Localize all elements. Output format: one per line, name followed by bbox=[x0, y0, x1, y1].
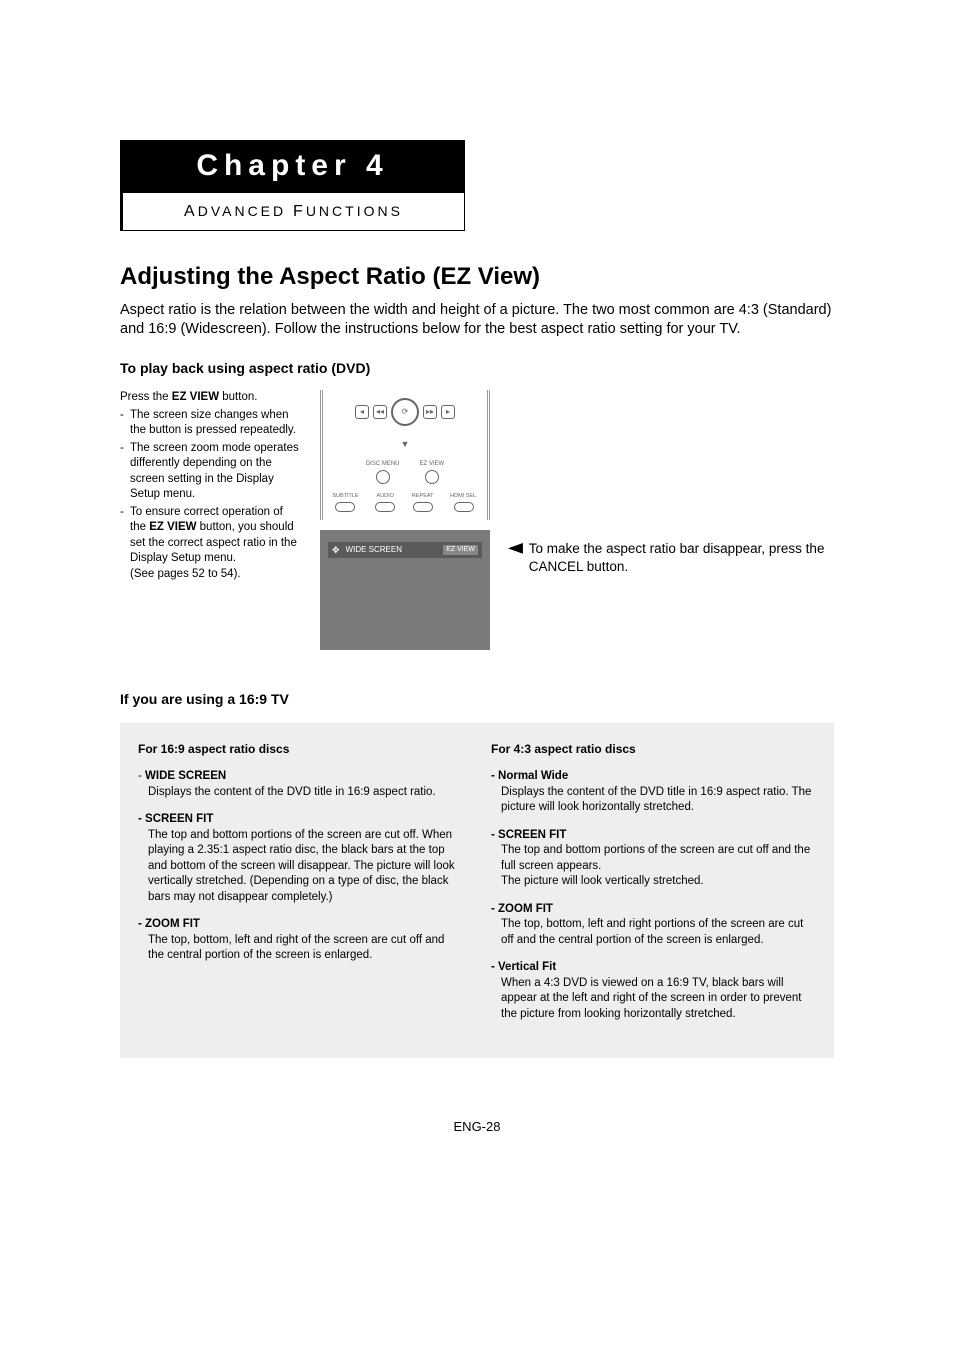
mode-item: - SCREEN FIT The top and bottom portions… bbox=[491, 828, 816, 890]
mode-desc: When a 4:3 DVD is viewed on a 16:9 TV, b… bbox=[491, 976, 816, 1023]
mode-item: - Vertical Fit When a 4:3 DVD is viewed … bbox=[491, 960, 816, 1022]
chapter-subtitle-part: DVANCED bbox=[198, 203, 293, 219]
press-line-b: EZ VIEW bbox=[172, 391, 219, 403]
osd-bar: ✥ WIDE SCREEN EZ VIEW bbox=[328, 542, 482, 558]
remote-fwd-icon: ▸▸ bbox=[423, 405, 437, 419]
mode-dash: - bbox=[138, 770, 145, 782]
page-title: Adjusting the Aspect Ratio (EZ View) bbox=[120, 261, 834, 293]
remote-label-hdmi: HDMI SEL. bbox=[450, 493, 478, 500]
mode-desc: The top and bottom portions of the scree… bbox=[138, 828, 463, 906]
mode-desc: Displays the content of the DVD title in… bbox=[491, 785, 816, 816]
remote-control-illustration: ◂ ◂◂ ⟳ ▸▸ ▸ ▼ DISC MENU EZ VIEW SUBTITLE… bbox=[320, 390, 490, 520]
mode-name-widescreen: WIDE SCREEN bbox=[145, 770, 226, 782]
mode-item: - ZOOM FIT The top, bottom, left and rig… bbox=[138, 917, 463, 964]
remote-label-ezview: EZ VIEW bbox=[420, 460, 445, 468]
col-heading-4-3: For 4:3 aspect ratio discs bbox=[491, 741, 816, 757]
section-heading-playback: To play back using aspect ratio (DVD) bbox=[120, 359, 834, 378]
mode-name-verticalfit: - Vertical Fit bbox=[491, 960, 816, 976]
chapter-subtitle-part: F bbox=[293, 203, 306, 220]
chapter-subtitle-part: A bbox=[184, 203, 198, 220]
remote-label-subtitle: SUBTITLE bbox=[332, 493, 358, 500]
mode-name-screenfit: - SCREEN FIT bbox=[138, 812, 463, 828]
remote-discmenu-button-icon bbox=[376, 470, 390, 484]
instruction-text: Press the EZ VIEW button. The screen siz… bbox=[120, 390, 300, 650]
section-heading-16-9: If you are using a 16:9 TV bbox=[120, 690, 834, 709]
press-line-a: Press the bbox=[120, 391, 172, 403]
mode-desc: The top and bottom portions of the scree… bbox=[491, 843, 816, 874]
bullet3-b: EZ VIEW bbox=[149, 521, 196, 533]
remote-next-icon: ▸ bbox=[441, 405, 455, 419]
remote-prev-icon: ◂ bbox=[355, 405, 369, 419]
remote-subtitle-button-icon bbox=[335, 502, 355, 512]
osd-move-icon: ✥ bbox=[332, 544, 340, 556]
chapter-number: Chapter 4 bbox=[120, 140, 465, 193]
chapter-subtitle: ADVANCED FUNCTIONS bbox=[120, 193, 465, 232]
remote-audio-button-icon bbox=[375, 502, 395, 512]
mode-item: - SCREEN FIT The top and bottom portions… bbox=[138, 812, 463, 905]
osd-mode-label: WIDE SCREEN bbox=[346, 545, 402, 556]
mode-name-normalwide: - Normal Wide bbox=[491, 769, 816, 785]
tv-screen-illustration: ✥ WIDE SCREEN EZ VIEW bbox=[320, 530, 490, 650]
instruction-row: Press the EZ VIEW button. The screen siz… bbox=[120, 390, 834, 650]
remote-ezview-button-icon bbox=[425, 470, 439, 484]
mode-name-screenfit: - SCREEN FIT bbox=[491, 828, 816, 844]
mode-item: - ZOOM FIT The top, bottom, left and rig… bbox=[491, 902, 816, 949]
panel-col-16-9: For 16:9 aspect ratio discs - WIDE SCREE… bbox=[138, 741, 463, 1034]
illustration-column: ◂ ◂◂ ⟳ ▸▸ ▸ ▼ DISC MENU EZ VIEW SUBTITLE… bbox=[320, 390, 490, 650]
press-line-c: button. bbox=[219, 391, 257, 403]
chapter-subtitle-part: UNCTIONS bbox=[306, 203, 403, 219]
col-heading-16-9: For 16:9 aspect ratio discs bbox=[138, 741, 463, 757]
remote-center-icon: ⟳ bbox=[391, 398, 419, 426]
mode-desc: The picture will look vertically stretch… bbox=[491, 874, 816, 890]
mode-item: - WIDE SCREEN Displays the content of th… bbox=[138, 769, 463, 800]
remote-rew-icon: ◂◂ bbox=[373, 405, 387, 419]
mode-desc: The top, bottom, left and right portions… bbox=[491, 917, 816, 948]
remote-hdmi-button-icon bbox=[454, 502, 474, 512]
page-number: ENG-28 bbox=[120, 1118, 834, 1136]
osd-ezview-badge: EZ VIEW bbox=[443, 545, 478, 554]
bullet3-d: (See pages 52 to 54). bbox=[130, 568, 241, 580]
mode-name-zoomfit: - ZOOM FIT bbox=[138, 917, 463, 933]
intro-paragraph: Aspect ratio is the relation between the… bbox=[120, 301, 834, 339]
remote-label-audio: AUDIO bbox=[377, 493, 394, 500]
mode-desc: Displays the content of the DVD title in… bbox=[138, 785, 463, 801]
chapter-header: Chapter 4 ADVANCED FUNCTIONS bbox=[120, 140, 834, 231]
panel-col-4-3: For 4:3 aspect ratio discs - Normal Wide… bbox=[491, 741, 816, 1034]
mode-desc: The top, bottom, left and right of the s… bbox=[138, 933, 463, 964]
mode-item: - Normal Wide Displays the content of th… bbox=[491, 769, 816, 816]
mode-name-zoomfit: - ZOOM FIT bbox=[491, 902, 816, 918]
remote-label-repeat: REPEAT bbox=[412, 493, 434, 500]
remote-down-arrow-icon: ▼ bbox=[401, 439, 410, 449]
note-pointer-icon: ◀ bbox=[508, 540, 523, 554]
instruction-bullet: The screen size changes when the button … bbox=[120, 408, 300, 439]
aspect-ratio-panel: For 16:9 aspect ratio discs - WIDE SCREE… bbox=[120, 723, 834, 1058]
note-text: To make the aspect ratio bar disappear, … bbox=[529, 540, 834, 576]
note-column: ◀ To make the aspect ratio bar disappear… bbox=[510, 390, 834, 650]
remote-label-discmenu: DISC MENU bbox=[366, 460, 400, 468]
instruction-bullet: The screen zoom mode operates differentl… bbox=[120, 441, 300, 503]
remote-repeat-button-icon bbox=[413, 502, 433, 512]
instruction-bullet: To ensure correct operation of the EZ VI… bbox=[120, 505, 300, 583]
